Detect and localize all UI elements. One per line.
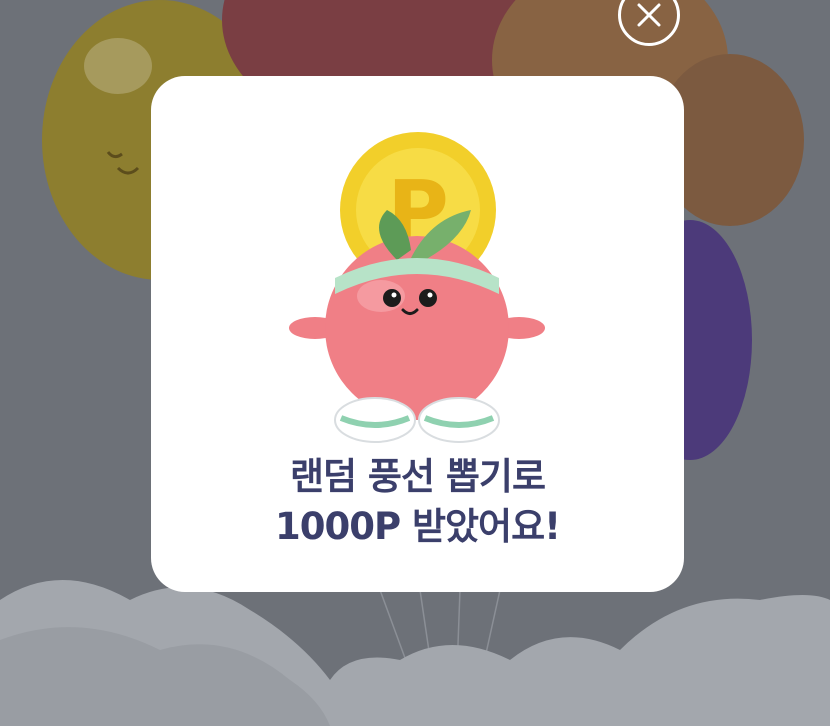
reward-popup-screen: P 랜덤 풍선 뽑기로 1000P 받았어요! bbox=[0, 0, 830, 726]
mascot-illustration: P bbox=[289, 132, 545, 443]
reward-message: 랜덤 풍선 뽑기로 1000P 받았어요! bbox=[151, 452, 684, 552]
reward-message-line2: 1000P 받았어요! bbox=[274, 505, 561, 548]
reward-message-line1: 랜덤 풍선 뽑기로 bbox=[289, 455, 546, 498]
close-button[interactable] bbox=[618, 0, 680, 46]
reward-modal: P 랜덤 풍선 뽑기로 1000P 받았어요! bbox=[151, 76, 684, 592]
close-icon bbox=[637, 3, 661, 27]
